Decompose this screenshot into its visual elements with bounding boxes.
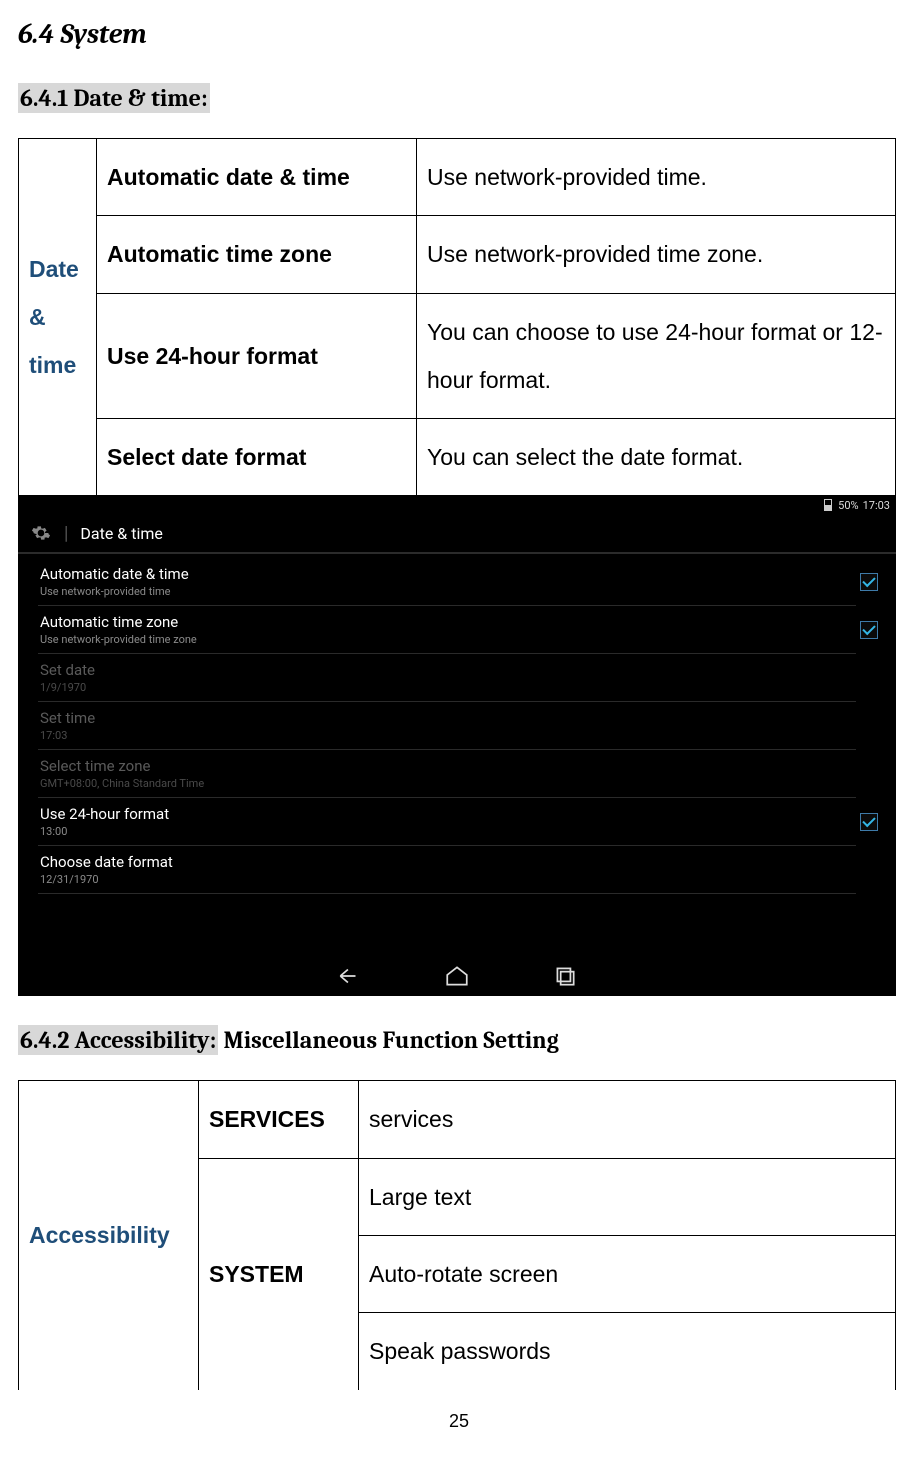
screen-title: Date & time — [80, 524, 162, 543]
item-label: Automatic time zone — [40, 613, 856, 631]
item-label: Set time — [40, 709, 856, 727]
divider-icon: | — [64, 523, 68, 544]
section-heading: 6.4 System — [18, 18, 900, 50]
nav-bar — [18, 956, 896, 996]
item-label: Use 24-hour format — [40, 805, 856, 823]
status-bar: 50% 17:03 — [18, 496, 896, 514]
cell-desc: Speak passwords — [359, 1313, 896, 1390]
list-item[interactable]: Choose date format 12/31/1970 — [38, 846, 856, 894]
subsection-heading: 6.4.2 Accessibility: — [18, 1025, 218, 1055]
checkbox-icon[interactable] — [860, 813, 878, 831]
date-time-table: Date & time Automatic date & time Use ne… — [18, 138, 896, 496]
item-label: Select time zone — [40, 757, 856, 775]
item-sub: 12/31/1970 — [40, 873, 856, 886]
item-label: Automatic date & time — [40, 565, 856, 583]
battery-icon — [824, 499, 832, 511]
home-button[interactable] — [438, 963, 476, 989]
page-number: 25 — [18, 1411, 900, 1432]
back-button[interactable] — [330, 963, 368, 989]
checkbox-icon[interactable] — [860, 573, 878, 591]
cell-label: SYSTEM — [199, 1158, 359, 1390]
cell-desc: services — [359, 1081, 896, 1158]
list-item[interactable]: Automatic time zone Use network-provided… — [38, 606, 856, 654]
list-item[interactable]: Automatic date & time Use network-provid… — [38, 558, 856, 606]
list-item: Select time zone GMT+08:00, China Standa… — [38, 750, 856, 798]
list-item: Set date 1/9/1970 — [38, 654, 856, 702]
cell-desc: Auto-rotate screen — [359, 1236, 896, 1313]
item-label: Set date — [40, 661, 856, 679]
item-sub: 17:03 — [40, 729, 856, 742]
subsection-heading: 6.4.1 Date & time: — [18, 83, 210, 113]
cell-desc: You can choose to use 24-hour format or … — [417, 293, 896, 419]
cell-label: Select date format — [97, 419, 417, 496]
table-rowhead-accessibility: Accessibility — [19, 1081, 199, 1390]
item-sub: GMT+08:00, China Standard Time — [40, 777, 856, 790]
cell-label: Use 24-hour format — [97, 293, 417, 419]
item-sub: 1/9/1970 — [40, 681, 856, 694]
item-sub: 13:00 — [40, 825, 856, 838]
table-rowhead-date-time: Date & time — [19, 139, 97, 496]
cell-label: SERVICES — [199, 1081, 359, 1158]
list-item: Set time 17:03 — [38, 702, 856, 750]
battery-text: 50% — [838, 499, 858, 512]
android-screenshot: 50% 17:03 | Date & time Automatic date &… — [18, 496, 896, 996]
cell-desc: Large text — [359, 1158, 896, 1235]
list-item[interactable]: Use 24-hour format 13:00 — [38, 798, 856, 846]
cell-desc: You can select the date format. — [417, 419, 896, 496]
settings-icon[interactable] — [30, 522, 52, 544]
subsection-row: 6.4.1 Date & time: — [18, 84, 900, 112]
item-label: Choose date format — [40, 853, 856, 871]
item-sub: Use network-provided time zone — [40, 633, 856, 646]
checkbox-icon[interactable] — [860, 621, 878, 639]
recents-button[interactable] — [546, 963, 584, 989]
cell-label: Automatic date & time — [97, 139, 417, 216]
cell-desc: Use network-provided time. — [417, 139, 896, 216]
cell-desc: Use network-provided time zone. — [417, 216, 896, 293]
title-bar: | Date & time — [18, 514, 896, 554]
cell-label: Automatic time zone — [97, 216, 417, 293]
accessibility-table: Accessibility SERVICES services SYSTEM L… — [18, 1080, 896, 1390]
item-sub: Use network-provided time — [40, 585, 856, 598]
settings-list: Automatic date & time Use network-provid… — [18, 554, 896, 898]
subsection-suffix: Miscellaneous Function Setting — [218, 1026, 559, 1054]
status-time: 17:03 — [863, 499, 890, 512]
subsection-row: 6.4.2 Accessibility: Miscellaneous Funct… — [18, 1026, 900, 1054]
